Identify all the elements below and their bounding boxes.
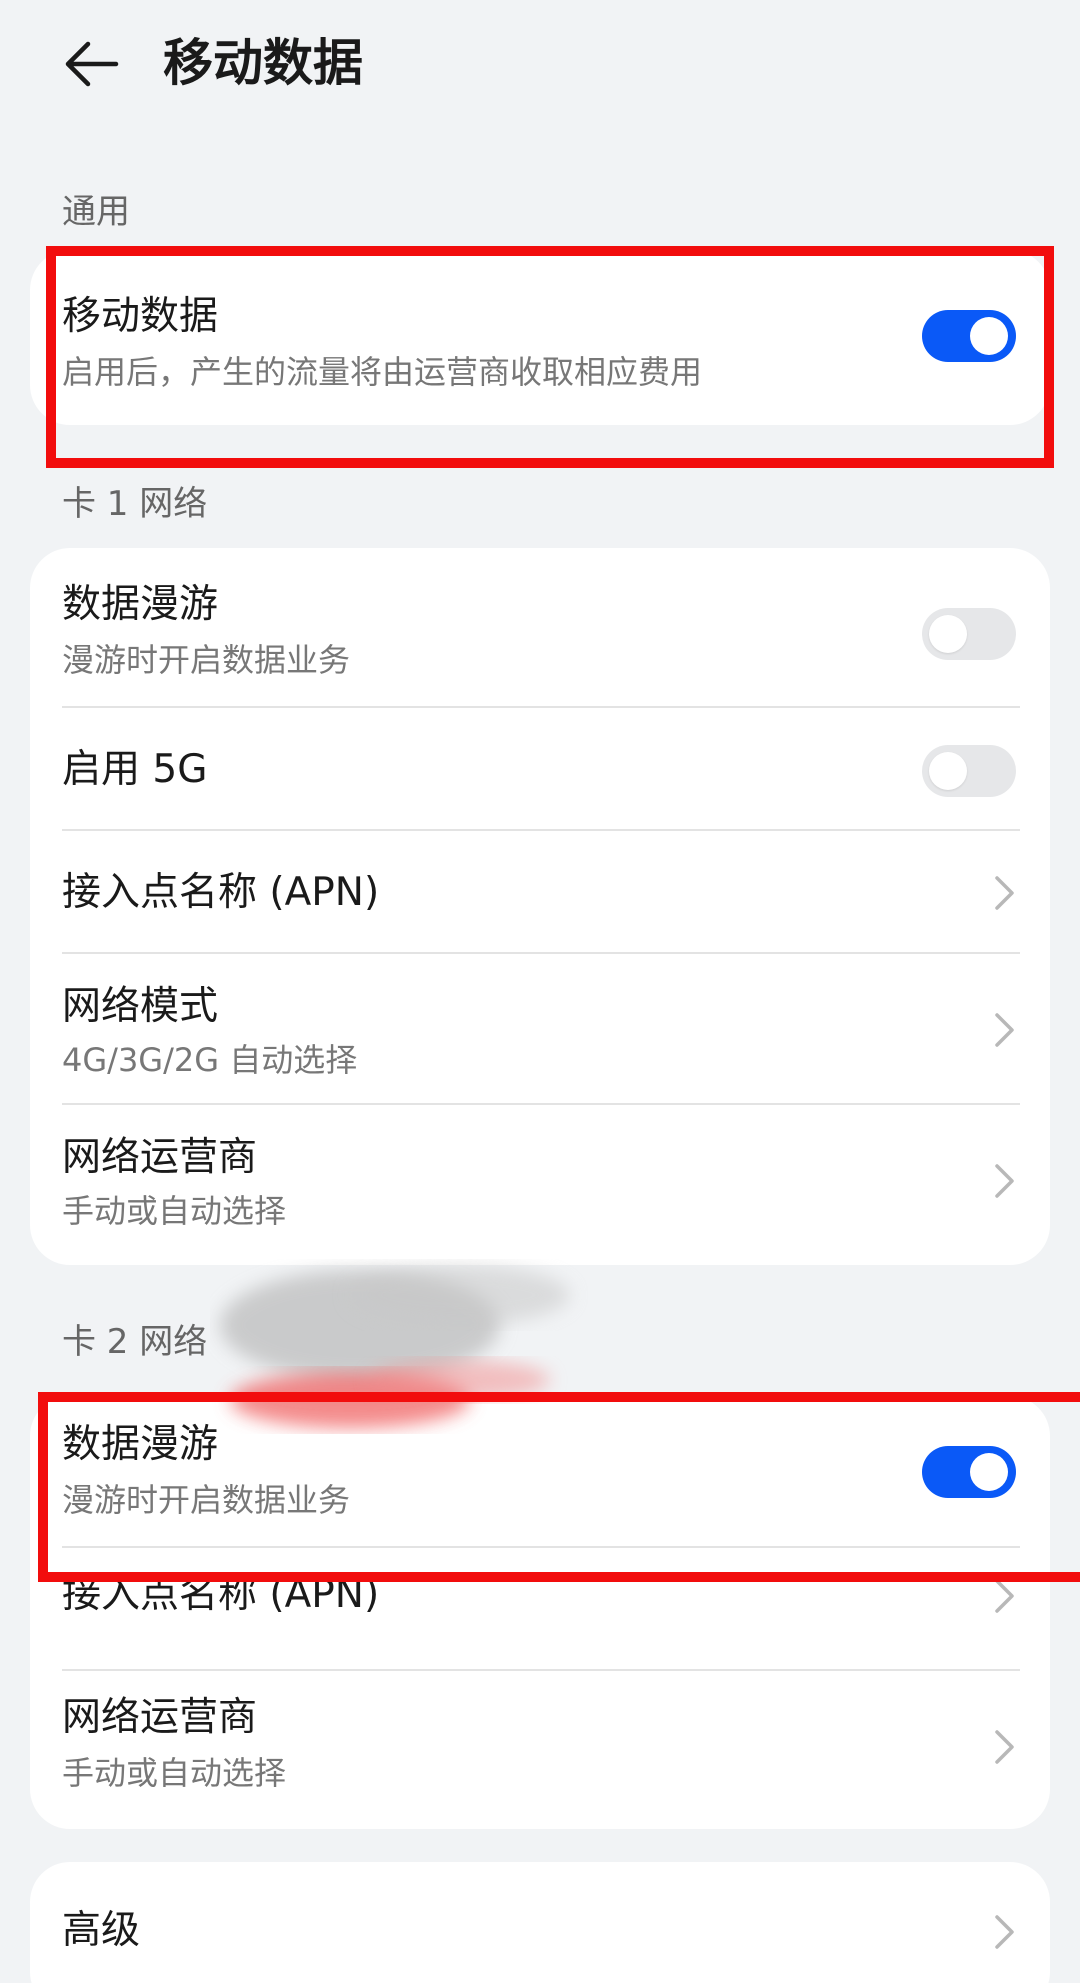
section-label-general: 通用 [62,192,130,232]
app-bar: 移动数据 [0,0,1080,130]
highlight-box-mobile-data [46,246,1054,468]
chevron-right-icon [992,1010,1018,1050]
card2-carrier-title: 网络运营商 [62,1695,258,1740]
chevron-right-icon [992,1576,1018,1616]
chevron-right-icon [992,1727,1018,1767]
back-button[interactable] [60,32,124,96]
card1-carrier-title: 网络运营商 [62,1135,258,1180]
mobile-data-settings-page: 移动数据 通用 移动数据 启用后，产生的流量将由运营商收取相应费用 卡 1 网络… [0,0,1080,1983]
card1-roaming-toggle[interactable] [922,608,1016,660]
card1-5g-title: 启用 5G [62,747,208,792]
advanced-title: 高级 [62,1908,141,1953]
card1-5g-toggle[interactable] [922,745,1016,797]
arrow-left-icon [65,41,119,87]
card1-apn-row[interactable]: 接入点名称 (APN) [30,831,1050,954]
card1-5g-row[interactable]: 启用 5G [30,708,1050,831]
chevron-right-icon [992,1912,1018,1952]
highlight-box-card2-roaming [38,1392,1080,1582]
section-label-card1: 卡 1 网络 [62,484,208,524]
card1-roaming-title: 数据漫游 [62,582,219,627]
card1-network-mode-title: 网络模式 [62,984,219,1029]
page-title: 移动数据 [163,34,363,92]
card1-carrier-row[interactable]: 网络运营商 手动或自动选择 [30,1105,1050,1265]
card1-roaming-subtitle: 漫游时开启数据业务 [62,641,351,679]
section-label-card2: 卡 2 网络 [62,1322,208,1362]
card-card1-network: 数据漫游 漫游时开启数据业务 启用 5G 接入点名称 (APN) 网络模式 4G… [30,548,1050,1265]
chevron-right-icon [992,1161,1018,1201]
advanced-row[interactable]: 高级 [30,1862,1050,1983]
toggle-knob [929,615,967,653]
toggle-knob [929,752,967,790]
card1-roaming-row[interactable]: 数据漫游 漫游时开启数据业务 [30,548,1050,708]
chevron-right-icon [992,873,1018,913]
card2-carrier-row[interactable]: 网络运营商 手动或自动选择 [30,1671,1050,1829]
card1-network-mode-subtitle: 4G/3G/2G 自动选择 [62,1041,358,1079]
card1-apn-title: 接入点名称 (APN) [62,870,380,915]
card1-network-mode-row[interactable]: 网络模式 4G/3G/2G 自动选择 [30,954,1050,1105]
card2-carrier-subtitle: 手动或自动选择 [62,1754,287,1792]
card-advanced: 高级 [30,1862,1050,1983]
card1-carrier-subtitle: 手动或自动选择 [62,1192,287,1230]
